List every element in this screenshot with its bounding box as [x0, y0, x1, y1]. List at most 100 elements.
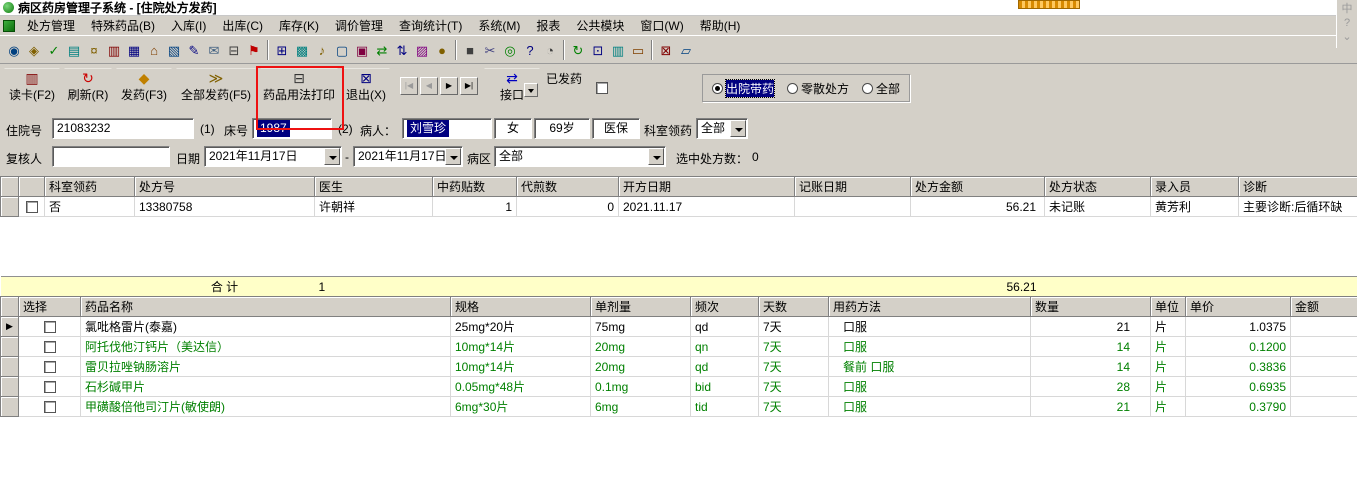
menu-item[interactable]: 帮助(H) [692, 17, 749, 35]
qty-cell[interactable]: 21 [1030, 316, 1151, 337]
operator-cell[interactable]: 黄芳利 [1150, 196, 1239, 217]
days-cell[interactable]: 7天 [758, 316, 829, 337]
drug-name-cell[interactable]: 雷贝拉唑钠肠溶片 [80, 356, 451, 377]
amount-cell[interactable] [1290, 376, 1357, 397]
price-cell[interactable]: 0.1200 [1185, 336, 1291, 357]
select-cell[interactable] [18, 316, 81, 337]
doctor-cell[interactable]: 许朝祥 [314, 196, 433, 217]
amount-cell[interactable] [1290, 316, 1357, 337]
menu-item[interactable]: 查询统计(T) [391, 17, 470, 35]
amount-cell[interactable] [1290, 336, 1357, 357]
spec-cell[interactable]: 10mg*14片 [450, 356, 591, 377]
column-header[interactable]: 代煎数 [516, 176, 619, 197]
dose-cell[interactable]: 6mg [590, 396, 691, 417]
amount-cell[interactable]: 56.21 [910, 196, 1045, 217]
open-date-cell[interactable]: 2021.11.17 [618, 196, 795, 217]
column-header[interactable]: 频次 [690, 296, 759, 317]
unit-cell[interactable]: 片 [1150, 336, 1186, 357]
read-card-button[interactable]: ▥ 读卡(F2) [4, 68, 60, 106]
monitor-icon[interactable]: ▢ [332, 39, 352, 60]
menu-item[interactable]: 处方管理 [19, 17, 83, 35]
insurance-field[interactable]: 医保 [592, 118, 640, 139]
ime-toolbar[interactable]: 中 ? ⌄ [1336, 0, 1357, 48]
days-cell[interactable]: 7天 [758, 396, 829, 417]
column-header[interactable]: 数量 [1030, 296, 1151, 317]
card-icon[interactable]: ▥ [104, 39, 124, 60]
spec-cell[interactable]: 0.05mg*48片 [450, 376, 591, 397]
prev-record-button[interactable]: ◀ [420, 77, 438, 95]
interface-dropdown-icon[interactable] [524, 83, 538, 97]
drug-row[interactable]: 雷贝拉唑钠肠溶片 10mg*14片 20mg qd 7天 餐前 口服 14 片 0.3836 [0, 356, 1357, 377]
spec-cell[interactable]: 10mg*14片 [450, 336, 591, 357]
menu-item[interactable]: 窗口(W) [632, 17, 691, 35]
dept-select[interactable]: 全部 [696, 118, 748, 139]
drug-checkbox[interactable] [43, 321, 56, 334]
ime-help-icon[interactable]: ? [1344, 16, 1350, 30]
reviewer-input[interactable] [52, 146, 170, 167]
table-icon[interactable]: ▩ [292, 39, 312, 60]
ward-select[interactable]: 全部 [494, 146, 666, 167]
refresh-button[interactable]: ↻ 刷新(R) [64, 68, 112, 106]
dispense-button[interactable]: ◆ 发药(F3) [116, 68, 172, 106]
select-cell[interactable] [18, 396, 81, 417]
column-header[interactable]: 录入员 [1150, 176, 1239, 197]
fee-icon[interactable]: ¤ [84, 39, 104, 60]
drug-checkbox[interactable] [43, 381, 56, 394]
ime-collapse-icon[interactable]: ⌄ [1342, 30, 1351, 44]
qty-cell[interactable]: 14 [1030, 356, 1151, 377]
drug-checkbox[interactable] [43, 401, 56, 414]
save-icon[interactable]: ▦ [124, 39, 144, 60]
admission-number-input[interactable]: 21083232 [52, 118, 194, 139]
gender-field[interactable]: 女 [494, 118, 532, 139]
freq-cell[interactable]: bid [690, 376, 759, 397]
dose-cell[interactable]: 75mg [590, 316, 691, 337]
column-header[interactable]: 单位 [1150, 296, 1186, 317]
rx-number-cell[interactable]: 13380758 [134, 196, 315, 217]
prescription-checkbox[interactable] [25, 201, 38, 214]
qty-cell[interactable]: 14 [1030, 336, 1151, 357]
sheet-icon[interactable]: ▱ [676, 39, 696, 60]
status-cell[interactable]: 未记账 [1044, 196, 1151, 217]
column-header[interactable]: 医生 [314, 176, 433, 197]
flag-icon[interactable]: ⚑ [244, 39, 264, 60]
calc-icon[interactable]: ⊞ [272, 39, 292, 60]
price-cell[interactable]: 0.3836 [1185, 356, 1291, 377]
chart-icon[interactable]: ▨ [412, 39, 432, 60]
days-cell[interactable]: 7天 [758, 336, 829, 357]
export-icon[interactable]: ⇄ [372, 39, 392, 60]
search-icon[interactable]: ◉ [4, 39, 24, 60]
approve-icon[interactable]: ✓ [44, 39, 64, 60]
radio-all[interactable]: 全部 [862, 80, 900, 97]
billing-date-cell[interactable] [794, 196, 911, 217]
column-header[interactable]: 记账日期 [794, 176, 911, 197]
globe-icon[interactable]: ◎ [500, 39, 520, 60]
column-header[interactable]: 药品名称 [80, 296, 451, 317]
column-header[interactable]: 中药贴数 [432, 176, 517, 197]
column-header[interactable]: 天数 [758, 296, 829, 317]
menu-item[interactable]: 调价管理 [327, 17, 391, 35]
unit-cell[interactable]: 片 [1150, 396, 1186, 417]
column-header[interactable]: 处方状态 [1044, 176, 1151, 197]
next-record-button[interactable]: ▶ [440, 77, 458, 95]
dropdown-arrow-icon[interactable] [324, 148, 340, 165]
alarm-icon[interactable]: ♪ [312, 39, 332, 60]
column-header[interactable]: 诊断 [1238, 176, 1357, 197]
column-header[interactable]: 金额 [1290, 296, 1357, 317]
days-cell[interactable]: 7天 [758, 376, 829, 397]
layout-icon[interactable]: ⊡ [588, 39, 608, 60]
stats-icon[interactable]: ▤ [64, 39, 84, 60]
drug-row[interactable]: 石杉碱甲片 0.05mg*48片 0.1mg bid 7天 口服 28 片 0.6935 [0, 376, 1357, 397]
first-record-button[interactable]: |◀ [400, 77, 418, 95]
menu-item[interactable]: 库存(K) [271, 17, 327, 35]
days-cell[interactable]: 7天 [758, 356, 829, 377]
freq-cell[interactable]: qn [690, 336, 759, 357]
dispense-all-button[interactable]: ≫ 全部发药(F5) [176, 68, 256, 106]
column-header[interactable]: 用药方法 [828, 296, 1031, 317]
close-icon[interactable]: ⊠ [656, 39, 676, 60]
menu-item[interactable]: 特殊药品(B) [83, 17, 163, 35]
coins-icon[interactable]: ● [432, 39, 452, 60]
price-cell[interactable]: 1.0375 [1185, 316, 1291, 337]
dropdown-arrow-icon[interactable] [648, 148, 664, 165]
qty-cell[interactable]: 21 [1030, 396, 1151, 417]
audit-icon[interactable]: ◈ [24, 39, 44, 60]
